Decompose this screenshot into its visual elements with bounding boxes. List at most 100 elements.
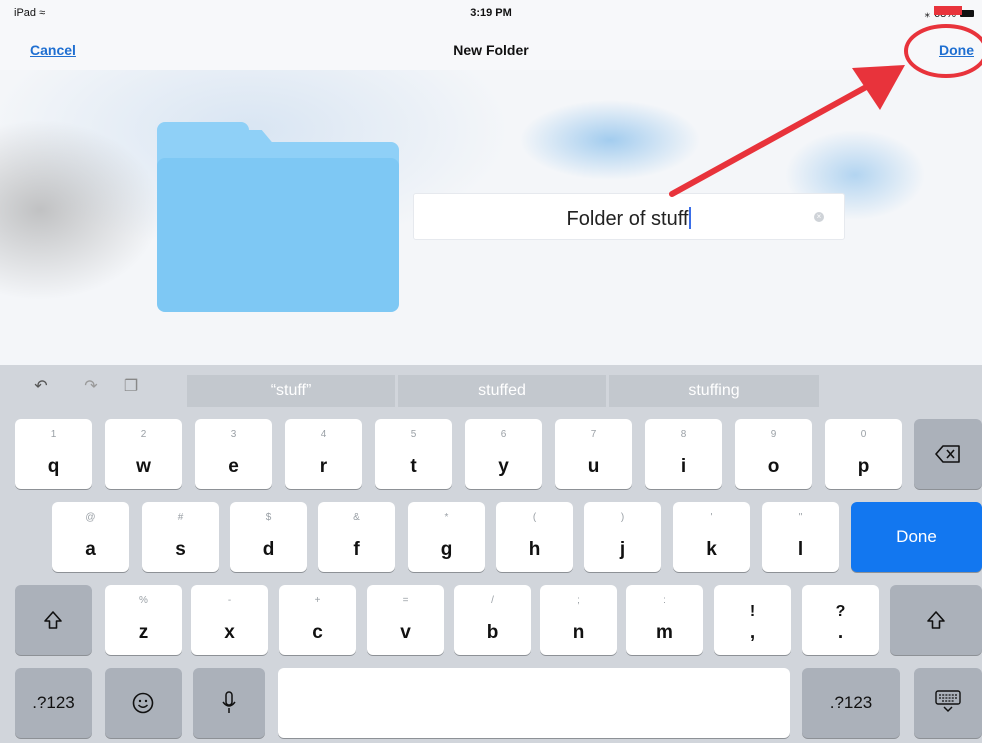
key-h[interactable]: (h (496, 502, 573, 572)
shift-icon (44, 611, 62, 629)
key-alt-label: : (663, 595, 666, 606)
key-label: k (706, 539, 717, 560)
key-label: s (175, 539, 186, 560)
hide-keyboard-key[interactable] (914, 668, 982, 738)
key-alt-label: $ (265, 512, 272, 523)
key-e[interactable]: 3e (195, 419, 272, 489)
undo-icon[interactable]: ↶ (30, 377, 52, 397)
key-label: i (680, 456, 687, 477)
key-y[interactable]: 6y (465, 419, 542, 489)
emoji-icon (132, 692, 154, 714)
shift-key-right[interactable] (890, 585, 982, 655)
key-k[interactable]: ' k (673, 502, 750, 572)
folder-editor: Folder of stuff × (0, 70, 982, 365)
key-label: . (837, 622, 844, 643)
suggestion-stuffing[interactable]: stuffing (609, 375, 819, 407)
key-v[interactable]: = v (367, 585, 444, 655)
key-alt-label: 9 (770, 429, 777, 440)
predictive-bar: ↶ ↷ ❐ “stuff” stuffed stuffing (0, 365, 982, 409)
key-label: w (136, 456, 151, 477)
key-alt-label: @ (85, 512, 96, 523)
dictation-key[interactable] (193, 668, 265, 738)
key-alt-label: 0 (860, 429, 867, 440)
keyboard-done-key[interactable]: Done (851, 502, 982, 572)
key-alt-label: ; (577, 595, 580, 606)
key-comma[interactable]: !, (714, 585, 791, 655)
key-label: d (262, 539, 275, 560)
numbers-key-right[interactable]: .?123 (802, 668, 900, 738)
key-u[interactable]: 7u (555, 419, 632, 489)
bluetooth-icon: ⁎ (924, 8, 930, 20)
shift-icon (927, 611, 945, 629)
key-r[interactable]: 4r (285, 419, 362, 489)
key-b[interactable]: / b (454, 585, 531, 655)
shift-key-left[interactable] (15, 585, 92, 655)
key-period[interactable]: ?. (802, 585, 879, 655)
folder-icon (157, 122, 399, 312)
space-bar[interactable] (278, 668, 790, 738)
key-alt-label: # (177, 512, 184, 523)
numbers-key-label: .?123 (829, 693, 873, 712)
redo-icon[interactable]: ↷ (80, 377, 102, 397)
key-alt-label: ( (532, 512, 537, 523)
status-time: 3:19 PM (470, 7, 512, 19)
key-n[interactable]: ; n (540, 585, 617, 655)
numbers-key-label: .?123 (32, 693, 75, 712)
key-i[interactable]: 8i (645, 419, 722, 489)
key-alt-label: " (798, 512, 803, 523)
key-alt-label: ! (749, 603, 756, 620)
battery-icon (960, 10, 974, 17)
key-alt-label: 4 (320, 429, 327, 440)
key-s[interactable]: # s (142, 502, 219, 572)
key-w[interactable]: 2w (105, 419, 182, 489)
key-d[interactable]: $ d (230, 502, 307, 572)
key-label: t (410, 456, 417, 477)
folder-front (157, 158, 399, 312)
text-caret (689, 207, 692, 229)
key-m[interactable]: :m (626, 585, 703, 655)
key-g[interactable]: * g (408, 502, 485, 572)
key-j[interactable]: ) j (584, 502, 661, 572)
emoji-key[interactable] (105, 668, 182, 738)
key-alt-label: & (353, 512, 360, 523)
done-button[interactable]: Done (939, 42, 974, 58)
numbers-key-left[interactable]: .?123 (15, 668, 92, 738)
key-l[interactable]: " l (762, 502, 839, 572)
suggestion-quoted[interactable]: “stuff” (187, 375, 395, 407)
key-label: , (749, 622, 756, 643)
key-alt-label: % (139, 595, 148, 606)
key-label: l (797, 539, 804, 560)
key-t[interactable]: 5t (375, 419, 452, 489)
paste-icon[interactable]: ❐ (120, 377, 142, 397)
key-label: p (857, 456, 870, 477)
done-key-label: Done (896, 527, 937, 546)
key-label: v (400, 622, 411, 643)
key-f[interactable]: & f (318, 502, 395, 572)
key-alt-label: 8 (680, 429, 687, 440)
key-alt-label: 7 (590, 429, 597, 440)
key-label: h (528, 539, 541, 560)
key-alt-label: = (402, 595, 409, 606)
key-alt-label: 2 (140, 429, 147, 440)
key-alt-label: 3 (230, 429, 237, 440)
key-z[interactable]: % z (105, 585, 182, 655)
key-q[interactable]: 1q (15, 419, 92, 489)
keyboard-dismiss-icon (935, 690, 961, 713)
key-a[interactable]: @ a (52, 502, 129, 572)
key-p[interactable]: 0p (825, 419, 902, 489)
backspace-key[interactable] (914, 419, 982, 489)
key-label: f (353, 539, 360, 560)
key-x[interactable]: -x (191, 585, 268, 655)
key-c[interactable]: + c (279, 585, 356, 655)
clear-text-icon[interactable]: × (814, 212, 824, 222)
suggestion-stuffed[interactable]: stuffed (398, 375, 606, 407)
folder-name-field[interactable]: Folder of stuff × (413, 193, 845, 240)
key-o[interactable]: 9o (735, 419, 812, 489)
key-alt-label: 1 (50, 429, 57, 440)
battery-percent: 68% (933, 7, 956, 20)
folder-name-text: Folder of stuff (566, 208, 689, 230)
backspace-icon (935, 445, 960, 463)
microphone-icon (222, 691, 236, 713)
status-bar: iPad ≈ 3:19 PM ⁎ 68% (0, 0, 982, 30)
key-label: m (656, 622, 673, 643)
